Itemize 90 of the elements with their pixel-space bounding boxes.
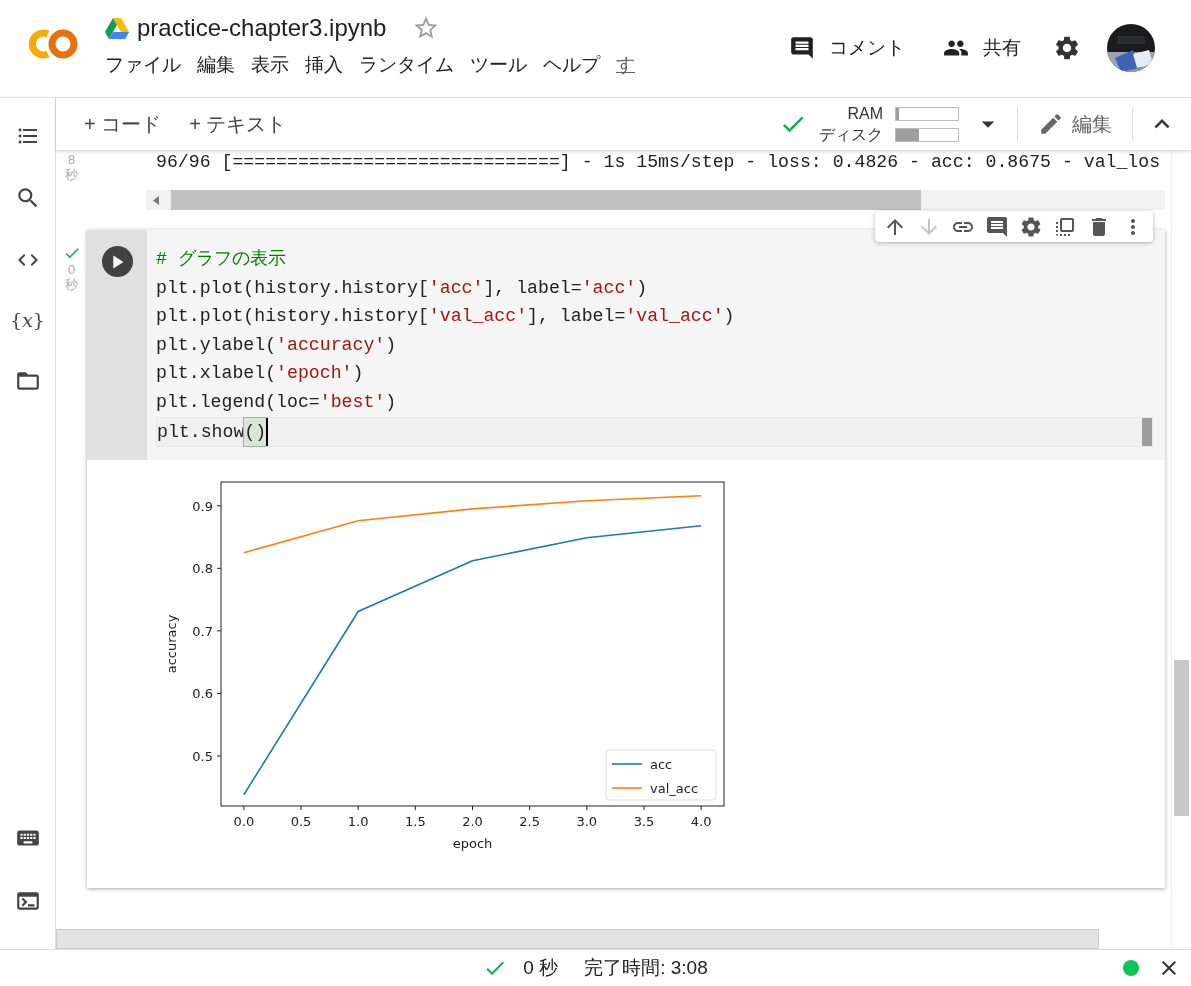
code-token: plt.plot(history.history[ <box>156 276 429 300</box>
x-tick-label: 1.5 <box>405 814 426 829</box>
y-tick: 0.7 <box>192 623 222 639</box>
code-token: plt.show <box>157 420 245 444</box>
x-tick: 0.0 <box>233 805 255 829</box>
x-tick: 1.0 <box>347 805 369 829</box>
horizontal-scrollbar[interactable] <box>146 190 1165 210</box>
code-token: ], label= <box>483 276 582 300</box>
y-tick-label: 0.7 <box>192 623 213 639</box>
code-token: plt.xlabel( <box>156 362 277 386</box>
menu-item[interactable]: ファイル <box>99 50 187 80</box>
scrollbar-thumb[interactable] <box>1142 417 1152 447</box>
pencil-icon <box>1038 111 1064 137</box>
menu-item[interactable]: ヘルプ <box>537 50 606 80</box>
x-tick-label: 3.0 <box>576 814 598 829</box>
x-tick: 3.0 <box>576 805 598 829</box>
legend-label: acc <box>650 757 673 772</box>
code-token: 'epoch' <box>276 362 353 386</box>
code-token: 'val_acc' <box>428 305 528 329</box>
execution-time: 8 <box>67 152 76 167</box>
menu-item[interactable]: 編集 <box>191 50 241 80</box>
duration-text: 0 秒 <box>523 956 559 980</box>
drive-icon <box>105 17 129 39</box>
run-button[interactable] <box>101 246 133 277</box>
x-tick-label: 0.5 <box>290 814 312 829</box>
edit-button[interactable]: 編集 <box>1032 109 1118 139</box>
y-tick-label: 0.5 <box>192 748 213 764</box>
x-tick: 4.0 <box>690 805 712 829</box>
code-token: 'acc' <box>581 276 637 300</box>
code-token: ], label= <box>527 305 626 329</box>
settings-icon[interactable] <box>1053 34 1081 62</box>
save-status-link[interactable]: す <box>610 50 641 80</box>
y-tick-label: 0.8 <box>192 561 213 577</box>
code-token: ) <box>385 333 397 357</box>
menu-item[interactable]: 表示 <box>245 50 295 80</box>
time-unit: 秒 <box>65 167 78 182</box>
x-tick: 3.5 <box>633 805 655 829</box>
x-tick: 0.5 <box>290 805 312 829</box>
scroll-left-icon[interactable] <box>153 195 159 205</box>
share-button[interactable]: 共有 <box>937 31 1027 65</box>
code-token: 'accuracy' <box>276 333 386 357</box>
code-token: plt.plot(history.history[ <box>156 305 429 329</box>
time-unit: 秒 <box>65 277 78 292</box>
x-tick-label: 0.0 <box>233 814 255 829</box>
comment-icon <box>789 35 815 61</box>
menu-item[interactable]: ランタイム <box>353 50 460 80</box>
y-tick-label: 0.6 <box>192 686 213 702</box>
x-tick-label: 3.5 <box>633 814 655 829</box>
code-token: plt.legend(loc= <box>156 390 320 414</box>
resources-button[interactable]: RAM ディスク <box>819 103 959 145</box>
x-tick-label: 2.5 <box>519 814 540 829</box>
x-tick: 1.5 <box>405 805 426 829</box>
code-token: ) <box>723 305 735 329</box>
x-tick-label: 1.0 <box>347 814 369 829</box>
x-tick-label: 4.0 <box>690 814 712 829</box>
menu-item[interactable]: ツール <box>464 50 533 80</box>
y-tick: 0.5 <box>192 748 222 764</box>
code-token: ) <box>385 390 397 414</box>
add-text-button[interactable]: + テキスト <box>181 106 295 142</box>
execution-time: 0 <box>67 262 76 277</box>
x-tick: 2.0 <box>462 805 483 829</box>
output-text: 96/96 [==============================] - 1s 15ms/step - loss: 0.4826 - acc: 0.8675 - val_los <box>156 152 1161 174</box>
variables-button[interactable]: {𝑥} <box>11 309 44 331</box>
horizontal-scrollbar[interactable] <box>56 929 1099 949</box>
x-tick-label: 2.0 <box>462 814 483 829</box>
y-tick: 0.8 <box>192 561 222 577</box>
legend-label: val_acc <box>650 781 699 796</box>
comment-button[interactable]: コメント <box>783 31 911 65</box>
code-token: # グラフの表示 <box>156 248 286 271</box>
scrollbar-thumb[interactable] <box>1174 660 1189 816</box>
code-token: 'val_acc' <box>625 305 724 329</box>
x-axis-label: epoch <box>452 836 493 851</box>
code-token: ) <box>636 276 648 300</box>
y-tick: 0.6 <box>192 686 222 702</box>
completion-time: 完了時間: 3:08 <box>584 956 708 980</box>
vertical-scrollbar[interactable] <box>1171 150 1191 949</box>
add-code-button[interactable]: + コード <box>76 106 170 142</box>
code-token: 'acc' <box>428 276 484 300</box>
resource-label: RAM <box>846 104 883 124</box>
menu-item[interactable]: 挿入 <box>299 50 349 80</box>
notebook-title[interactable]: practice-chapter3.ipynb <box>137 14 387 42</box>
code-token: ) <box>352 362 364 386</box>
code-token: plt.ylabel( <box>156 333 277 357</box>
y-axis-label: accuracy <box>164 614 179 674</box>
scrollbar-thumb[interactable] <box>171 190 921 210</box>
y-tick: 0.9 <box>192 498 222 514</box>
x-tick: 2.5 <box>519 805 540 829</box>
y-tick-label: 0.9 <box>192 498 213 514</box>
resource-label: ディスク <box>819 125 883 145</box>
code-token: 'best' <box>319 390 386 414</box>
